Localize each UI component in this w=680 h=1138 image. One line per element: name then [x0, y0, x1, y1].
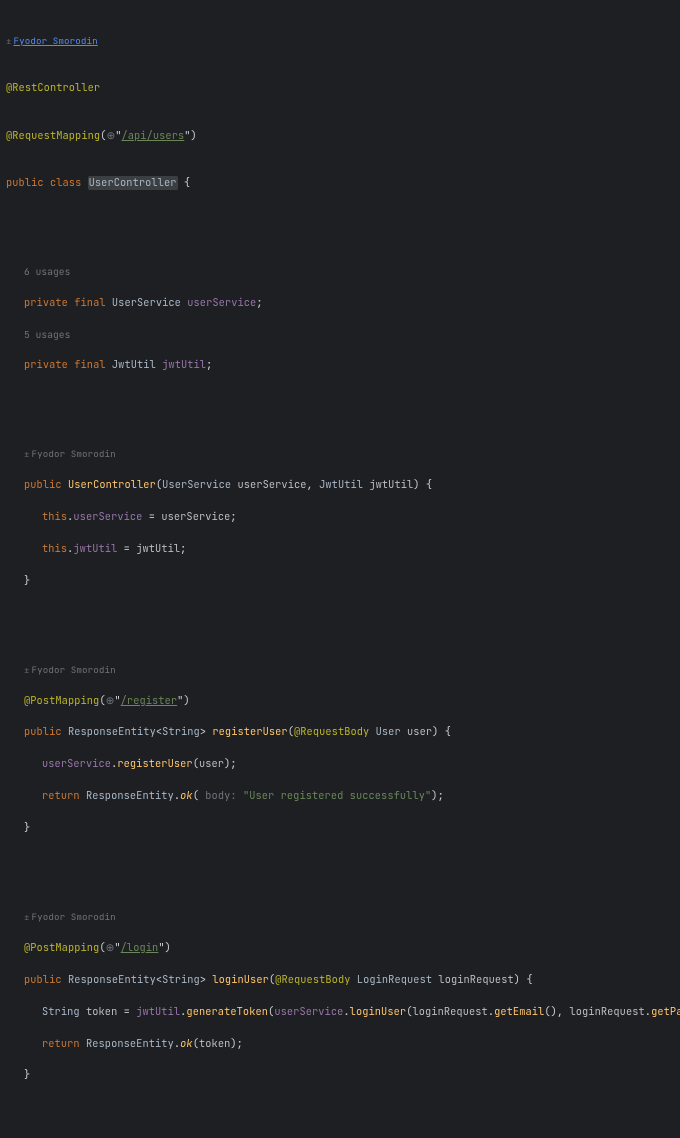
line-class-decl: public class UserController {: [6, 176, 680, 192]
line-post-register: @PostMapping(⊕"/register"): [6, 694, 680, 710]
author-link[interactable]: Fyodor Smorodin: [14, 35, 98, 47]
line-login-close: }: [6, 1068, 680, 1084]
person-icon: ±: [24, 911, 30, 923]
line-register-return: return ResponseEntity.ok( body: "User re…: [6, 789, 680, 805]
usages-hint-6[interactable]: 6 usages: [6, 265, 680, 280]
line-login-return: return ResponseEntity.ok(token);: [6, 1037, 680, 1053]
line-login-sig: public ResponseEntity<String> loginUser(…: [6, 973, 680, 989]
inlay-body: body:: [205, 789, 236, 803]
blame-login: ±Fyodor Smorodin: [6, 910, 680, 925]
mapping-path-login[interactable]: /login: [121, 941, 159, 955]
mapping-path[interactable]: /api/users: [121, 129, 184, 143]
person-icon: ±: [24, 664, 30, 676]
line-register-close: }: [6, 821, 680, 837]
web-icon: ⊕: [106, 941, 115, 955]
line-ctor-assign1: this.userService = userService;: [6, 510, 680, 526]
person-icon: ±: [24, 448, 30, 460]
line-ctor-assign2: this.jwtUtil = jwtUtil;: [6, 542, 680, 558]
line-post-login: @PostMapping(⊕"/login"): [6, 941, 680, 957]
code-editor[interactable]: ±Fyodor Smorodin @RestController @Reques…: [0, 0, 680, 1138]
web-icon: ⊕: [106, 129, 115, 143]
blame-ctor: ±Fyodor Smorodin: [6, 447, 680, 462]
blame-register: ±Fyodor Smorodin: [6, 663, 680, 678]
class-name-highlight: UserController: [88, 176, 178, 190]
person-icon: ±: [6, 35, 12, 47]
usages-hint-5[interactable]: 5 usages: [6, 328, 680, 343]
blame-author-top: ±Fyodor Smorodin: [6, 34, 680, 49]
line-field-jwtutil: private final JwtUtil jwtUtil;: [6, 358, 680, 374]
line-requestmapping: @RequestMapping(⊕"/api/users"): [6, 129, 680, 145]
line-field-userservice: private final UserService userService;: [6, 296, 680, 312]
mapping-path-register[interactable]: /register: [121, 694, 178, 708]
line-ctor-close: }: [6, 574, 680, 590]
line-restcontroller: @RestController: [6, 81, 680, 97]
web-icon: ⊕: [106, 694, 115, 708]
line-register-call: userService.registerUser(user);: [6, 757, 680, 773]
line-register-sig: public ResponseEntity<String> registerUs…: [6, 725, 680, 741]
line-ctor-sig: public UserController(UserService userSe…: [6, 478, 680, 494]
line-login-token: String token = jwtUtil.generateToken(use…: [6, 1005, 680, 1021]
